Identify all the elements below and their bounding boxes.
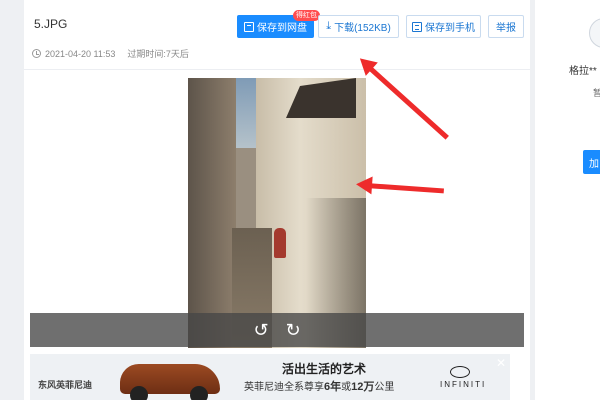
ad-banner[interactable]: 东风英菲尼迪 活出生活的艺术 英菲尼迪全系尊享6年或12万公里 INFINITI… bbox=[30, 354, 510, 400]
report-label: 举报 bbox=[496, 23, 516, 34]
ad-title: 活出生活的艺术 bbox=[282, 362, 367, 376]
file-header: 5.JPG 2021-04-20 11:53 过期时间: 7天后 保存到网盘 得… bbox=[24, 0, 530, 70]
user-sidebar: 格拉** 暂 加 bbox=[535, 0, 600, 400]
save-icon bbox=[244, 21, 254, 32]
save-to-cloud-label: 保存到网盘 bbox=[257, 23, 307, 34]
user-name: 格拉** bbox=[569, 66, 597, 77]
expiry-label: 过期时间: bbox=[127, 49, 166, 59]
ad-brand: INFINITI bbox=[440, 380, 487, 389]
download-icon: ⤓ bbox=[326, 20, 332, 32]
user-subtext: 暂 bbox=[593, 88, 600, 98]
car-image bbox=[120, 364, 220, 400]
rotate-right-icon[interactable]: ↻ bbox=[281, 321, 305, 339]
ad-offer: 英菲尼迪全系尊享6年或12万公里 bbox=[244, 381, 395, 393]
save-to-phone-label: 保存到手机 bbox=[425, 23, 475, 34]
file-meta: 2021-04-20 11:53 过期时间: 7天后 bbox=[32, 47, 189, 60]
main-panel: 5.JPG 2021-04-20 11:53 过期时间: 7天后 保存到网盘 得… bbox=[24, 0, 530, 400]
infiniti-logo-icon bbox=[450, 366, 470, 378]
ad-logo: 东风英菲尼迪 bbox=[38, 380, 93, 390]
rotate-left-icon[interactable]: ↺ bbox=[249, 321, 273, 339]
phone-icon bbox=[412, 21, 422, 32]
download-button[interactable]: ⤓ 下载(152KB) bbox=[318, 15, 399, 38]
report-button[interactable]: 举报 bbox=[488, 15, 524, 38]
close-icon[interactable]: ✕ bbox=[496, 356, 506, 370]
clock-icon bbox=[32, 49, 41, 58]
avatar[interactable] bbox=[589, 18, 600, 48]
upload-date: 2021-04-20 11:53 bbox=[45, 48, 116, 59]
add-button[interactable]: 加 bbox=[583, 150, 600, 174]
file-name: 5.JPG bbox=[34, 17, 68, 31]
download-label: 下载(152KB) bbox=[334, 23, 391, 34]
expiry-value: 7天后 bbox=[165, 49, 189, 59]
rotate-toolbar: ↺ ↻ bbox=[30, 313, 524, 347]
image-preview[interactable] bbox=[188, 78, 366, 348]
save-to-phone-button[interactable]: 保存到手机 bbox=[406, 15, 481, 38]
red-packet-badge: 得红包 bbox=[293, 10, 320, 21]
